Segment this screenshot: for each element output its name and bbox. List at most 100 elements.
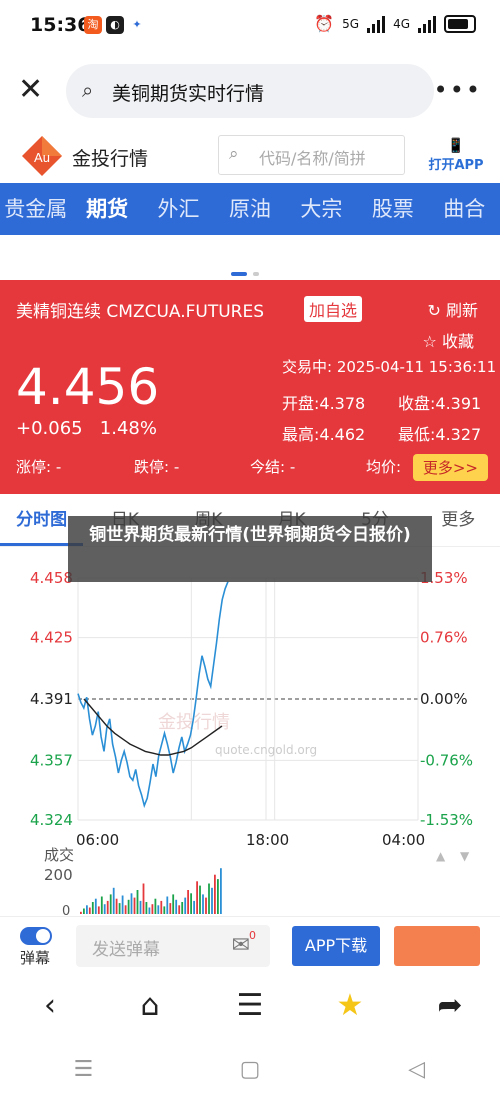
y-left-tick-label: 4.324 (30, 811, 73, 829)
menu-icon[interactable]: ☰ (200, 975, 300, 1037)
volume-bar (175, 899, 178, 914)
volume-bar (193, 900, 195, 914)
nav-tab-more[interactable]: 曲合 (429, 183, 500, 235)
y-right-ticks: 1.53%0.76%0.00%-0.76%-1.53% (420, 569, 473, 829)
volume-bar (109, 894, 112, 914)
page-indicator (231, 261, 265, 280)
chart-grid (77, 577, 419, 821)
volume-bar (178, 905, 181, 914)
recent-apps-icon[interactable]: ☰ (0, 1040, 167, 1100)
app-download-button[interactable]: APP下载 (292, 926, 380, 966)
nav-tab-commodities[interactable]: 大宗 (286, 183, 357, 235)
volume-bar (80, 911, 82, 914)
volume-bar (187, 890, 189, 914)
open-app-button[interactable]: 📱 打开APP (428, 138, 484, 174)
app-icon: ◐ (106, 16, 124, 34)
price-change: +0.065 1.48% (16, 418, 157, 439)
y-left-ticks: 4.458 4.425 4.391 4.357 4.324 (30, 569, 73, 829)
nav-tab-forex[interactable]: 外汇 (143, 183, 214, 235)
x-tick-label: 18:00 (246, 831, 289, 849)
volume-bar (202, 894, 204, 914)
volume-bar (145, 902, 148, 914)
volume-bar (154, 898, 157, 914)
refresh-button[interactable]: ↻ 刷新 (427, 297, 478, 321)
volume-bar (196, 881, 198, 914)
volume-bar (148, 907, 151, 914)
message-icon[interactable]: ✉ (232, 933, 250, 958)
logo-text: Au (34, 150, 50, 165)
volume-zero: 0 (62, 904, 70, 916)
volume-bar (163, 906, 166, 914)
close-icon[interactable]: ✕ (18, 75, 46, 105)
volume-bar (115, 898, 118, 914)
danmu-toggle-label: 弹幕 (20, 949, 51, 967)
network-5g: 5G (342, 16, 360, 31)
volume-bar (112, 887, 115, 914)
volume-bar (133, 897, 136, 914)
signal-icon-2 (418, 15, 436, 33)
volume-bar (151, 904, 154, 914)
scroll-up-icon[interactable]: ▲ (436, 849, 446, 863)
system-home-icon[interactable]: ▢ (167, 1040, 334, 1100)
taobao-icon: 淘 (84, 16, 102, 34)
logo-icon[interactable]: Au (20, 134, 64, 178)
y-right-tick-label: -1.53% (420, 811, 473, 829)
bird-icon: ✦ (128, 16, 146, 34)
action-bar: 弹幕 发送弹幕 ✉ 0 APP下载 (0, 916, 500, 975)
volume-bars (80, 868, 222, 914)
site-search-input[interactable]: ⌕ 代码/名称/简拼 (218, 135, 405, 175)
volume-bar (208, 883, 210, 914)
volume-bar (184, 897, 187, 914)
status-time: 15:36 (30, 14, 91, 36)
collect-button[interactable]: ☆ 收藏 (423, 328, 474, 352)
watermark-url: quote.cngold.org (215, 743, 317, 757)
x-tick-label: 04:00 (382, 831, 425, 849)
volume-bar (83, 908, 85, 914)
back-icon[interactable]: ‹ (0, 975, 100, 1037)
volume-bar (103, 904, 106, 914)
price-series-line (77, 581, 229, 809)
settlement: 今结: - (250, 458, 296, 476)
volume-bar (86, 905, 88, 914)
more-icon[interactable]: ••• (434, 76, 482, 104)
browser-search-box[interactable]: ⌕ 美铜期货实时行情 (66, 64, 434, 118)
y-right-tick-label: -0.76% (420, 751, 473, 769)
volume-bar (88, 907, 91, 914)
danmu-placeholder: 发送弹幕 (92, 940, 160, 960)
nav-tab-precious-metals[interactable]: 贵金属 (0, 183, 71, 235)
add-watchlist-button[interactable]: 加自选 (304, 296, 363, 322)
refresh-label: 刷新 (445, 301, 478, 320)
volume-bar (214, 874, 216, 914)
more-details-button[interactable]: 更多>> (412, 454, 488, 481)
average-price: 均价: (366, 458, 402, 476)
volume-bar (124, 905, 127, 914)
volume-bar (94, 898, 97, 914)
share-icon[interactable]: ➦ (400, 975, 500, 1037)
danmu-toggle[interactable] (20, 927, 52, 945)
refresh-icon: ↻ (427, 301, 441, 320)
star-icon[interactable]: ★ (300, 975, 400, 1037)
y-left-tick-label: 4.458 (30, 569, 73, 587)
volume-bar (121, 895, 124, 914)
y-left-tick-label: 4.391 (30, 690, 73, 708)
volume-tick: 200 (44, 866, 73, 884)
scroll-down-icon[interactable]: ▼ (460, 849, 470, 863)
nav-tab-crude-oil[interactable]: 原油 (214, 183, 285, 235)
volume-bar (106, 900, 109, 914)
last-price: 4.456 (16, 358, 160, 416)
orange-action-button[interactable] (394, 926, 480, 966)
volume-bar (166, 896, 169, 914)
category-nav: 贵金属 期货 外汇 原油 大宗 股票 曲合 (0, 183, 500, 235)
status-indicators: ⏰ 5G 4G (314, 14, 476, 33)
volume-bar (220, 868, 222, 914)
intraday-chart[interactable]: 金投行情 quote.cngold.org 4.4584.4254.3914.3… (0, 548, 500, 916)
search-icon: ⌕ (229, 144, 239, 164)
system-back-icon[interactable]: ◁ (333, 1040, 500, 1100)
limit-up: 涨停: - (16, 458, 62, 476)
home-icon[interactable]: ⌂ (100, 975, 200, 1037)
nav-tab-futures[interactable]: 期货 (71, 183, 142, 235)
x-ticks: 06:00 18:00 04:00 (76, 831, 425, 849)
nav-tab-stocks[interactable]: 股票 (357, 183, 428, 235)
y-left-tick-label: 4.357 (30, 751, 73, 769)
danmu-input[interactable]: 发送弹幕 ✉ 0 (76, 925, 270, 967)
